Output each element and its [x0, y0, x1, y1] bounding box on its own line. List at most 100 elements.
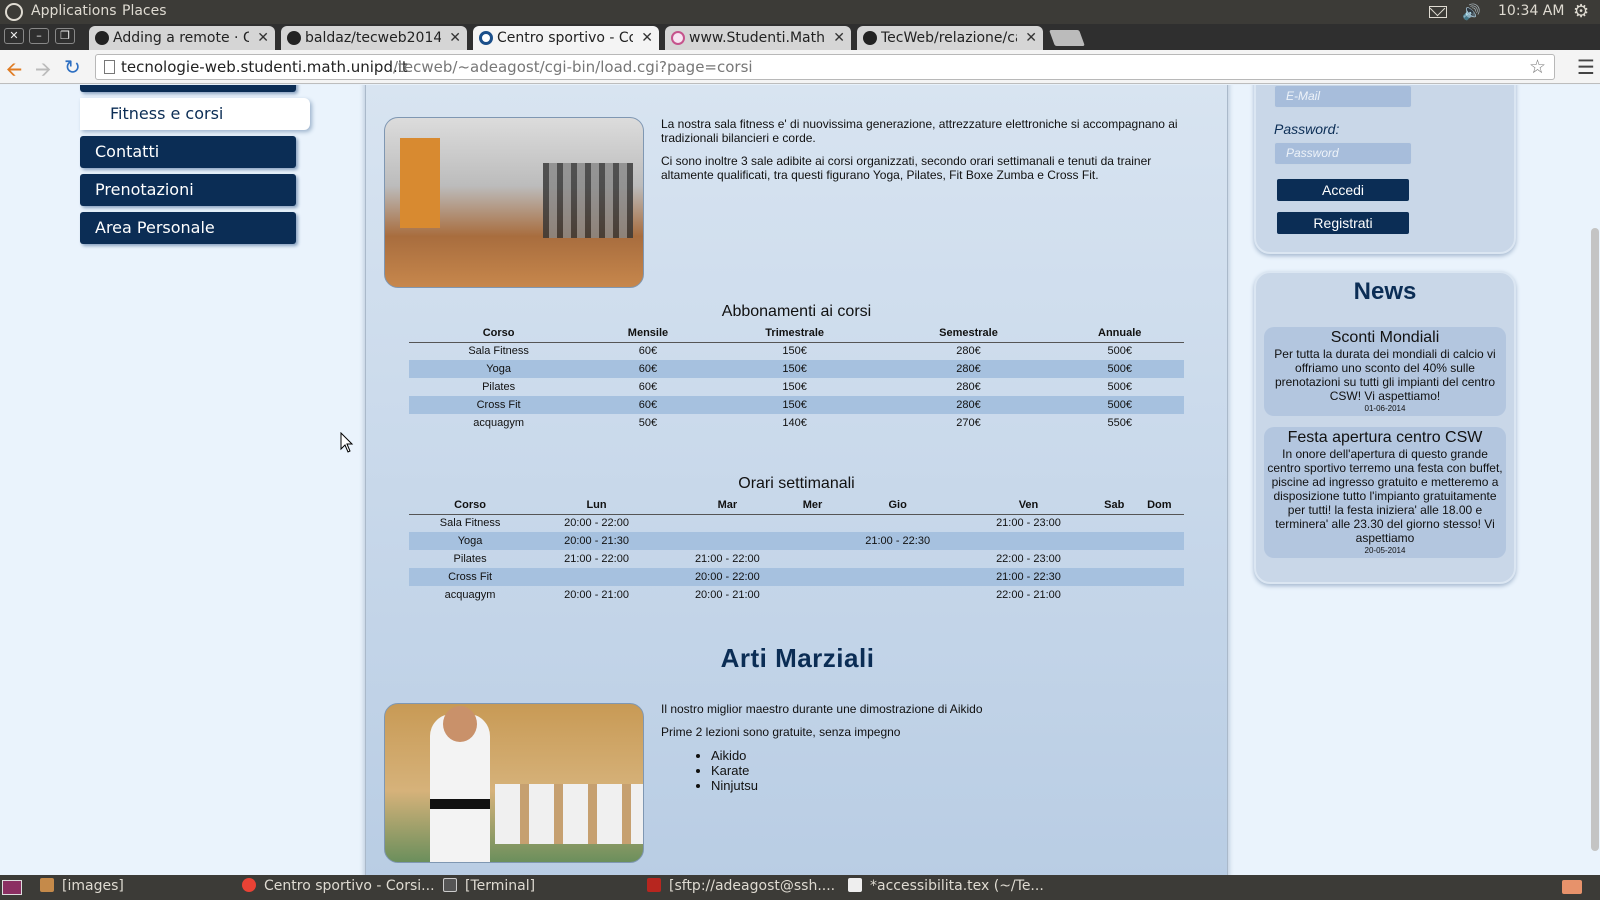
back-arrow-icon[interactable]: 🡨 [6, 55, 22, 89]
table-header-cell: Mensile [588, 325, 708, 343]
browser-tab[interactable]: baldaz/tecweb2014 · ✕ [281, 26, 467, 50]
applications-menu[interactable]: Applications [31, 3, 117, 19]
github-icon [95, 31, 109, 45]
martial-paragraph: Prime 2 lezioni sono gratuite, senza imp… [661, 725, 901, 739]
clock[interactable]: 10:34 AM [1498, 3, 1564, 19]
nav-item-contatti[interactable]: Contatti [80, 136, 296, 168]
browser-tab-active[interactable]: Centro sportivo - Cors ✕ [473, 26, 659, 50]
close-icon[interactable]: ✕ [449, 26, 461, 50]
table-row: acquagym 20:00 - 21:00 20:00 - 21:00 22:00 … [409, 586, 1184, 604]
tab-title: Centro sportivo - Cors [497, 30, 633, 46]
table-cell [793, 514, 832, 532]
task-editor[interactable]: *accessibilita.tex (~/Te... [848, 878, 1044, 894]
task-terminal[interactable]: [Terminal] [443, 878, 535, 894]
table-cell: Cross Fit [409, 568, 532, 586]
web-page: Fitness e corsi Contatti Prenotazioni Ar… [0, 85, 1600, 875]
table-row: Yoga 20:00 - 21:30 21:00 - 22:30 [409, 532, 1184, 550]
csw-icon [479, 31, 493, 45]
table-cell: 20:00 - 22:00 [564, 517, 629, 530]
bookmark-star-icon[interactable]: ☆ [1529, 56, 1546, 78]
nav-item-area-personale[interactable]: Area Personale [80, 212, 296, 244]
table-cell: 140€ [782, 417, 807, 429]
nav-item-previous[interactable] [80, 85, 296, 92]
window-minimize-button[interactable]: – [29, 28, 49, 44]
scrollbar-thumb[interactable] [1591, 228, 1599, 851]
nav-item-prenotazioni[interactable]: Prenotazioni [80, 174, 296, 206]
table-cell: 20:00 - 21:00 [564, 589, 629, 601]
page-icon [104, 60, 115, 74]
fitness-paragraph: Ci sono inoltre 3 sale adibite ai corsi … [661, 154, 1152, 182]
hamburger-menu-icon[interactable]: ☰ [1577, 55, 1595, 79]
table-cell: 20:00 - 22:00 [661, 568, 793, 586]
nav-item-fitness[interactable]: Fitness e corsi [80, 98, 310, 130]
news-title: News [1353, 278, 1417, 305]
table-cell: 500€ [1107, 345, 1132, 358]
show-desktop-icon[interactable] [2, 880, 22, 895]
login-button[interactable]: Accedi [1276, 178, 1410, 202]
table-cell: 270€ [956, 417, 981, 429]
table-cell: 150€ [707, 360, 882, 378]
mail-icon[interactable] [1429, 6, 1447, 18]
table-cell [792, 568, 833, 586]
url-host: tecnologie-web.studenti.math.unipd.it [121, 58, 408, 76]
window-close-button[interactable]: ✕ [4, 28, 24, 44]
tab-title: TecWeb/relazione/ca [881, 30, 1017, 46]
password-field[interactable]: Password [1274, 142, 1412, 165]
close-icon[interactable]: ✕ [641, 26, 653, 50]
table-header-cell: Dom [1134, 497, 1184, 515]
address-bar[interactable]: tecnologie-web.studenti.math.unipd.it /t… [95, 54, 1555, 80]
table-cell [1094, 514, 1135, 532]
table-cell [1093, 568, 1135, 586]
table-cell [1135, 586, 1184, 604]
table-cell: Yoga [409, 360, 589, 378]
fitness-paragraph: La nostra sala fitness e' di nuovissima … [661, 117, 1178, 145]
browser-tab[interactable]: www.Studenti.Math.U ✕ [665, 26, 851, 50]
table-cell: 60€ [588, 360, 708, 378]
table-cell [832, 550, 963, 568]
folder-icon [40, 878, 54, 892]
news-item[interactable]: Festa apertura centro CSW In onore dell'… [1264, 427, 1506, 558]
window-restore-button[interactable]: ❐ [55, 28, 75, 44]
gear-icon[interactable]: ⚙ [1573, 1, 1589, 22]
close-icon[interactable]: ✕ [833, 26, 845, 50]
task-images[interactable]: [images] [40, 878, 124, 894]
table-cell [963, 532, 1094, 550]
martial-arts-list: Aikido Karate Ninjutsu [711, 748, 1191, 793]
browser-tab[interactable]: TecWeb/relazione/ca ✕ [857, 26, 1043, 50]
browser-tab[interactable]: Adding a remote · Git ✕ [89, 26, 275, 50]
reload-icon[interactable]: ↻ [64, 55, 81, 79]
subscriptions-table: Corso Mensile Trimestrale Semestrale Annuale… [409, 325, 1184, 432]
github-icon [863, 31, 877, 45]
task-label: [images] [62, 878, 124, 894]
table-row: Sala Fitness 60€ 150€ 280€ 500€ [409, 342, 1184, 360]
register-button[interactable]: Registrati [1276, 211, 1410, 235]
new-tab-button[interactable] [1049, 30, 1085, 46]
password-label: Password: [1274, 121, 1340, 137]
news-box: News Sconti Mondiali Per tutta la durata… [1254, 271, 1516, 584]
list-item: Aikido [711, 748, 1191, 763]
forward-arrow-icon[interactable]: 🡪 [35, 55, 51, 89]
table-cell [832, 568, 964, 586]
ubuntu-logo-icon[interactable] [5, 3, 23, 21]
close-icon[interactable]: ✕ [257, 26, 269, 50]
table-cell: 21:00 - 22:00 [694, 553, 760, 565]
table-header-cell: Corso [409, 497, 532, 515]
taskbar: [images] Centro sportivo - Corsi... [Ter… [0, 875, 1600, 900]
trash-icon[interactable] [1562, 880, 1582, 894]
volume-icon[interactable]: 🔊 [1462, 3, 1481, 21]
news-item-body: Per tutta la durata dei mondiali di calc… [1274, 347, 1496, 403]
table-cell: 60€ [638, 381, 658, 393]
martial-arts-title: Arti Marziali [720, 643, 875, 673]
page-scrollbar[interactable] [1590, 85, 1600, 875]
task-browser[interactable]: Centro sportivo - Corsi... [242, 878, 435, 894]
email-field[interactable]: E-Mail [1274, 85, 1412, 108]
places-menu[interactable]: Places [122, 3, 167, 19]
table-row: Yoga 60€ 150€ 280€ 500€ [409, 360, 1184, 378]
table-header-cell: Sab [1093, 497, 1135, 515]
close-icon[interactable]: ✕ [1025, 26, 1037, 50]
table-header-cell: Gio [832, 497, 964, 515]
task-sftp[interactable]: [sftp://adeagost@ssh.... [647, 878, 835, 894]
news-item-date: 01-06-2014 [1364, 404, 1406, 413]
browser-tab-bar: ✕ – ❐ Adding a remote · Git ✕ baldaz/tec… [0, 24, 1600, 50]
news-item[interactable]: Sconti Mondiali Per tutta la durata dei … [1264, 327, 1506, 416]
